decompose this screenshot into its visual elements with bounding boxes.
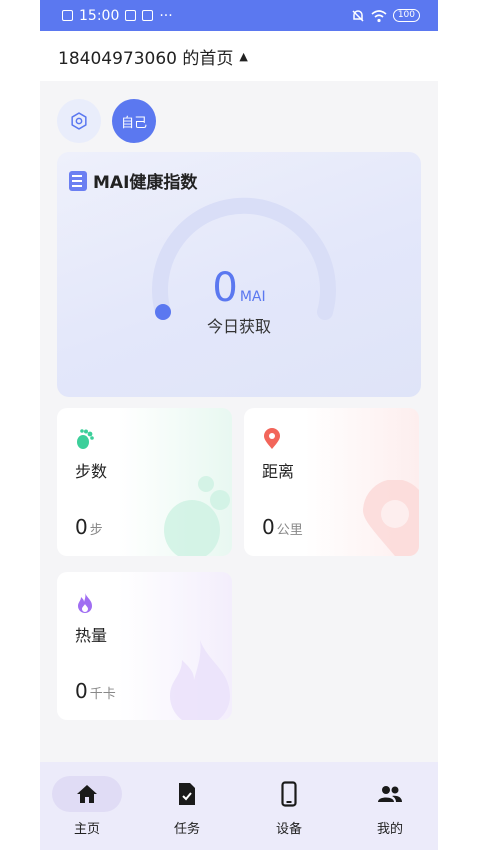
status-time: 15:00 bbox=[79, 7, 120, 24]
mai-health-card[interactable]: MAI健康指数 0 MAI 今日获取 bbox=[57, 152, 421, 397]
status-bar: 15:00 ··· 100 bbox=[40, 0, 438, 31]
caret-up-icon: ▲ bbox=[239, 49, 248, 63]
mute-bell-icon bbox=[352, 9, 364, 22]
sim-icon bbox=[62, 10, 73, 21]
task-icon bbox=[179, 783, 195, 805]
calories-number: 0 bbox=[75, 679, 88, 703]
mai-value: 0 MAI bbox=[57, 265, 421, 311]
battery-icon: 100 bbox=[392, 9, 420, 22]
distance-value: 0 公里 bbox=[262, 515, 303, 539]
calories-value: 0 千卡 bbox=[75, 679, 116, 703]
mai-unit: MAI bbox=[239, 289, 266, 305]
tab-mine-label: 我的 bbox=[376, 822, 403, 837]
steps-unit: 步 bbox=[89, 523, 103, 538]
tab-mine[interactable]: 我的 bbox=[350, 776, 430, 837]
distance-label: 距离 bbox=[262, 462, 295, 481]
steps-value: 0步 bbox=[75, 515, 103, 539]
bottom-tab-bar: 主页 任务 设备 我的 bbox=[40, 762, 438, 850]
main-content: 自己 MAI健康指数 0 MAI 今日获取 步数 0 步 距离 0 公里 热量 … bbox=[40, 81, 438, 761]
calories-card[interactable]: 热量 0 千卡 bbox=[57, 572, 232, 720]
steps-number: 0 bbox=[75, 515, 88, 539]
self-button[interactable]: 自己 bbox=[112, 99, 156, 143]
calories-label: 热量 bbox=[75, 626, 108, 645]
mai-subtitle: 今日获取 bbox=[206, 317, 271, 336]
tab-tasks-label: 任务 bbox=[173, 822, 200, 837]
footprint-watermark-icon bbox=[164, 476, 230, 556]
wifi-icon bbox=[371, 9, 387, 22]
flame-watermark-icon bbox=[170, 640, 230, 720]
phone-device-icon bbox=[281, 781, 297, 807]
calories-unit: 千卡 bbox=[89, 687, 116, 702]
settings-button[interactable] bbox=[57, 99, 101, 143]
steps-label: 步数 bbox=[75, 462, 108, 481]
location-pin-icon bbox=[264, 428, 280, 449]
status-more: ··· bbox=[159, 7, 173, 24]
steps-card[interactable]: 步数 0步 bbox=[57, 408, 232, 556]
flame-icon bbox=[78, 593, 92, 613]
people-icon bbox=[378, 786, 402, 802]
gear-icon bbox=[71, 112, 87, 130]
tab-devices[interactable]: 设备 bbox=[249, 776, 329, 837]
phone-screen: 15:00 ··· 100 18404973060 的首页 ▲ 自己 MAI健康… bbox=[40, 0, 438, 850]
distance-number: 0 bbox=[262, 515, 275, 539]
tab-home-label: 主页 bbox=[73, 822, 100, 837]
tab-tasks[interactable]: 任务 bbox=[147, 776, 227, 837]
tab-devices-label: 设备 bbox=[275, 822, 302, 837]
page-header[interactable]: 18404973060 的首页 ▲ bbox=[40, 31, 438, 81]
notification-icon bbox=[125, 10, 137, 21]
distance-unit: 公里 bbox=[276, 523, 303, 538]
location-pin-watermark-icon bbox=[363, 480, 419, 556]
mai-number: 0 bbox=[212, 265, 238, 311]
home-icon bbox=[77, 785, 97, 803]
footprint-icon bbox=[77, 429, 94, 449]
tab-home[interactable]: 主页 bbox=[47, 776, 127, 837]
app-notification-icon bbox=[142, 10, 154, 21]
page-title: 18404973060 的首页 bbox=[58, 48, 234, 69]
distance-card[interactable]: 距离 0 公里 bbox=[244, 408, 419, 556]
